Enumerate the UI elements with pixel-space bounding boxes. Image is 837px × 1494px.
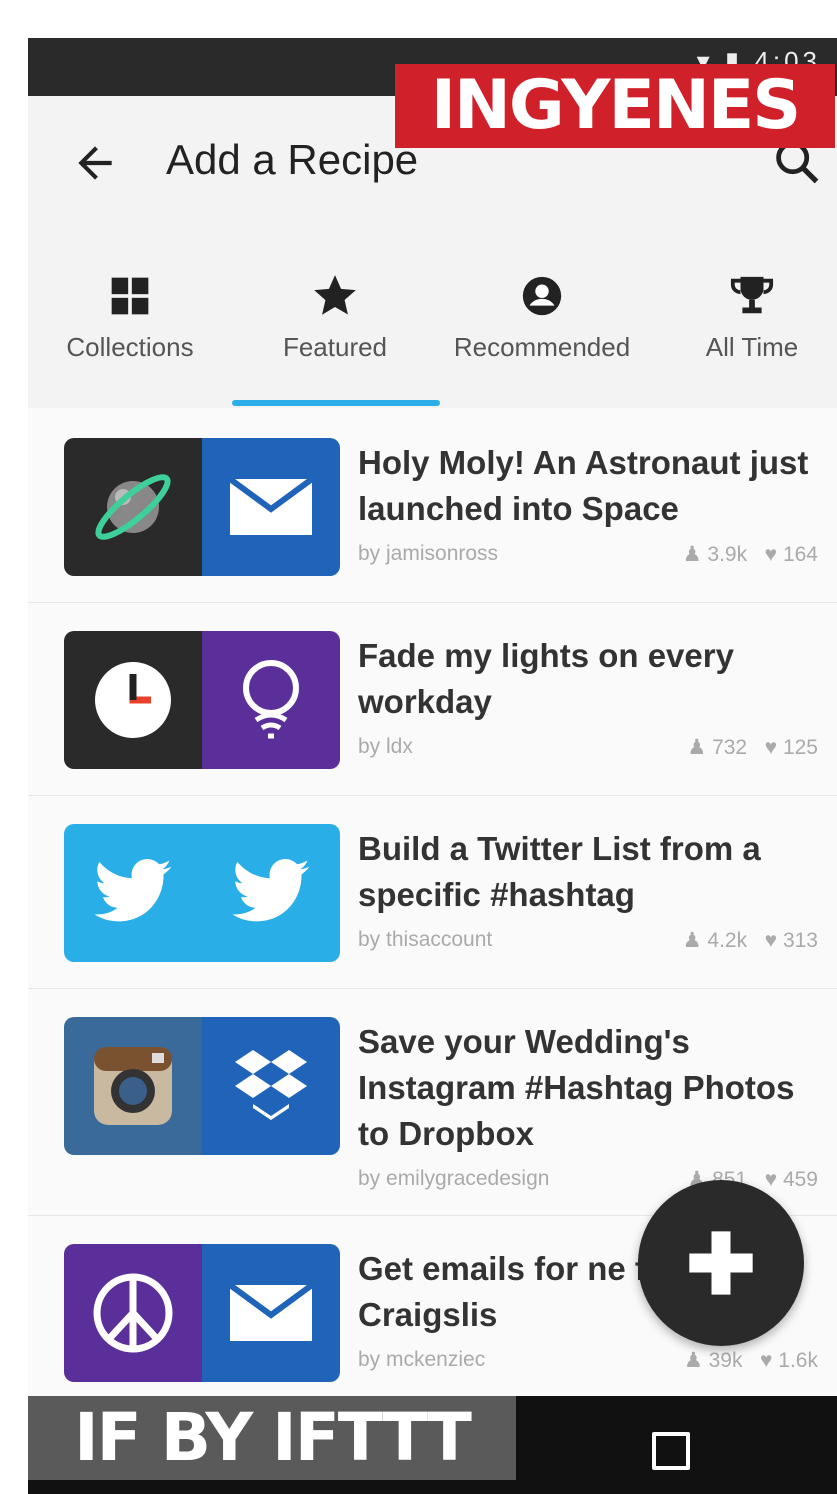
tile-right: [202, 824, 340, 962]
recipe-tile: [64, 631, 340, 769]
twitter-icon: [94, 859, 172, 922]
recipe-stats: ♟ 39k ♥ 1.6k: [684, 1348, 818, 1373]
user-circle-icon: [522, 276, 562, 316]
tab-collections[interactable]: Collections: [58, 268, 202, 388]
plus-icon: [689, 1231, 753, 1295]
email-icon: [228, 477, 314, 535]
email-icon: [228, 1283, 314, 1341]
tab-bar: Collections Featured Recommended All Tim…: [28, 236, 837, 408]
recipe-row[interactable]: Build a Twitter List from a specific #ha…: [28, 796, 837, 989]
active-tab-indicator: [232, 400, 440, 406]
app-name-banner: IF BY IFTTT: [28, 1396, 516, 1480]
tab-all-time[interactable]: All Time: [692, 268, 812, 388]
tile-left: [64, 631, 202, 769]
planet-icon: [95, 474, 171, 540]
recipe-tile: [64, 1244, 340, 1382]
heart-icon: ♥: [764, 543, 778, 566]
instagram-icon: [94, 1047, 172, 1125]
lightbulb-icon: [243, 660, 299, 739]
recipe-row[interactable]: Holy Moly! An Astronaut just launched in…: [28, 410, 837, 603]
recipe-stats: ♟ 4.2k ♥ 313: [683, 928, 818, 953]
recipe-tile: [64, 1017, 340, 1155]
likes-count: 313: [782, 929, 818, 952]
recipe-author: by jamisonross: [358, 542, 499, 565]
likes-count: 125: [782, 736, 818, 759]
recipe-title: Fade my lights on every workday: [358, 637, 734, 720]
free-banner: INGYENES: [395, 64, 835, 148]
tab-recommended[interactable]: Recommended: [442, 268, 642, 388]
recipe-row[interactable]: Fade my lights on every workday by ldx ♟…: [28, 603, 837, 796]
uses-icon: ♟: [683, 1349, 703, 1372]
peace-icon: [93, 1273, 173, 1353]
tile-right: [202, 1017, 340, 1155]
tile-right: [202, 1244, 340, 1382]
recipe-author: by emilygracedesign: [358, 1167, 550, 1190]
recent-apps-button[interactable]: [652, 1432, 690, 1470]
tile-left: [64, 824, 202, 962]
uses-icon: ♟: [682, 543, 702, 566]
recipe-author: by mckenziec: [358, 1348, 486, 1371]
phone-screen: ▾ ▮ 4:03 Add a Recipe Collections Featur…: [28, 38, 837, 1494]
trophy-icon: [730, 276, 774, 314]
recipe-stats: ♟ 732 ♥ 125: [687, 735, 818, 760]
tile-left: [64, 1017, 202, 1155]
back-arrow-icon[interactable]: [70, 138, 120, 188]
clock-icon: [95, 662, 171, 738]
tab-label: Recommended: [453, 332, 631, 362]
page-title: Add a Recipe: [166, 136, 419, 183]
tab-label: Featured: [282, 332, 388, 362]
star-icon: [314, 275, 356, 315]
likes-count: 1.6k: [778, 1349, 818, 1372]
tile-left: [64, 1244, 202, 1382]
uses-icon: ♟: [687, 736, 707, 759]
recipe-title: Build a Twitter List from a specific #ha…: [358, 830, 761, 913]
uses-count: 732: [712, 736, 748, 759]
uses-icon: ♟: [682, 929, 702, 952]
recipe-tile: [64, 824, 340, 962]
grid-icon: [111, 277, 149, 315]
tile-right: [202, 631, 340, 769]
likes-count: 164: [782, 543, 818, 566]
tile-left: [64, 438, 202, 576]
uses-count: 39k: [708, 1349, 743, 1372]
tab-label: Collections: [66, 332, 194, 362]
add-recipe-fab[interactable]: [638, 1180, 804, 1346]
heart-icon: ♥: [764, 1168, 778, 1191]
recipe-author: by ldx: [358, 735, 413, 758]
twitter-icon: [232, 859, 310, 922]
heart-icon: ♥: [759, 1349, 773, 1372]
recipe-title: Holy Moly! An Astronaut just launched in…: [358, 444, 809, 527]
tab-label: All Time: [705, 332, 799, 362]
uses-count: 3.9k: [707, 543, 748, 566]
recipe-title: Save your Wedding's Instagram #Hashtag P…: [358, 1023, 795, 1152]
recipe-author: by thisaccount: [358, 928, 493, 951]
recipe-stats: ♟ 3.9k ♥ 164: [683, 542, 818, 567]
likes-count: 459: [782, 1168, 818, 1191]
recipe-tile: [64, 438, 340, 576]
tab-featured[interactable]: Featured: [260, 268, 410, 388]
heart-icon: ♥: [764, 736, 778, 759]
heart-icon: ♥: [764, 929, 778, 952]
tile-right: [202, 438, 340, 576]
dropbox-icon: [235, 1050, 307, 1120]
uses-count: 4.2k: [707, 929, 748, 952]
